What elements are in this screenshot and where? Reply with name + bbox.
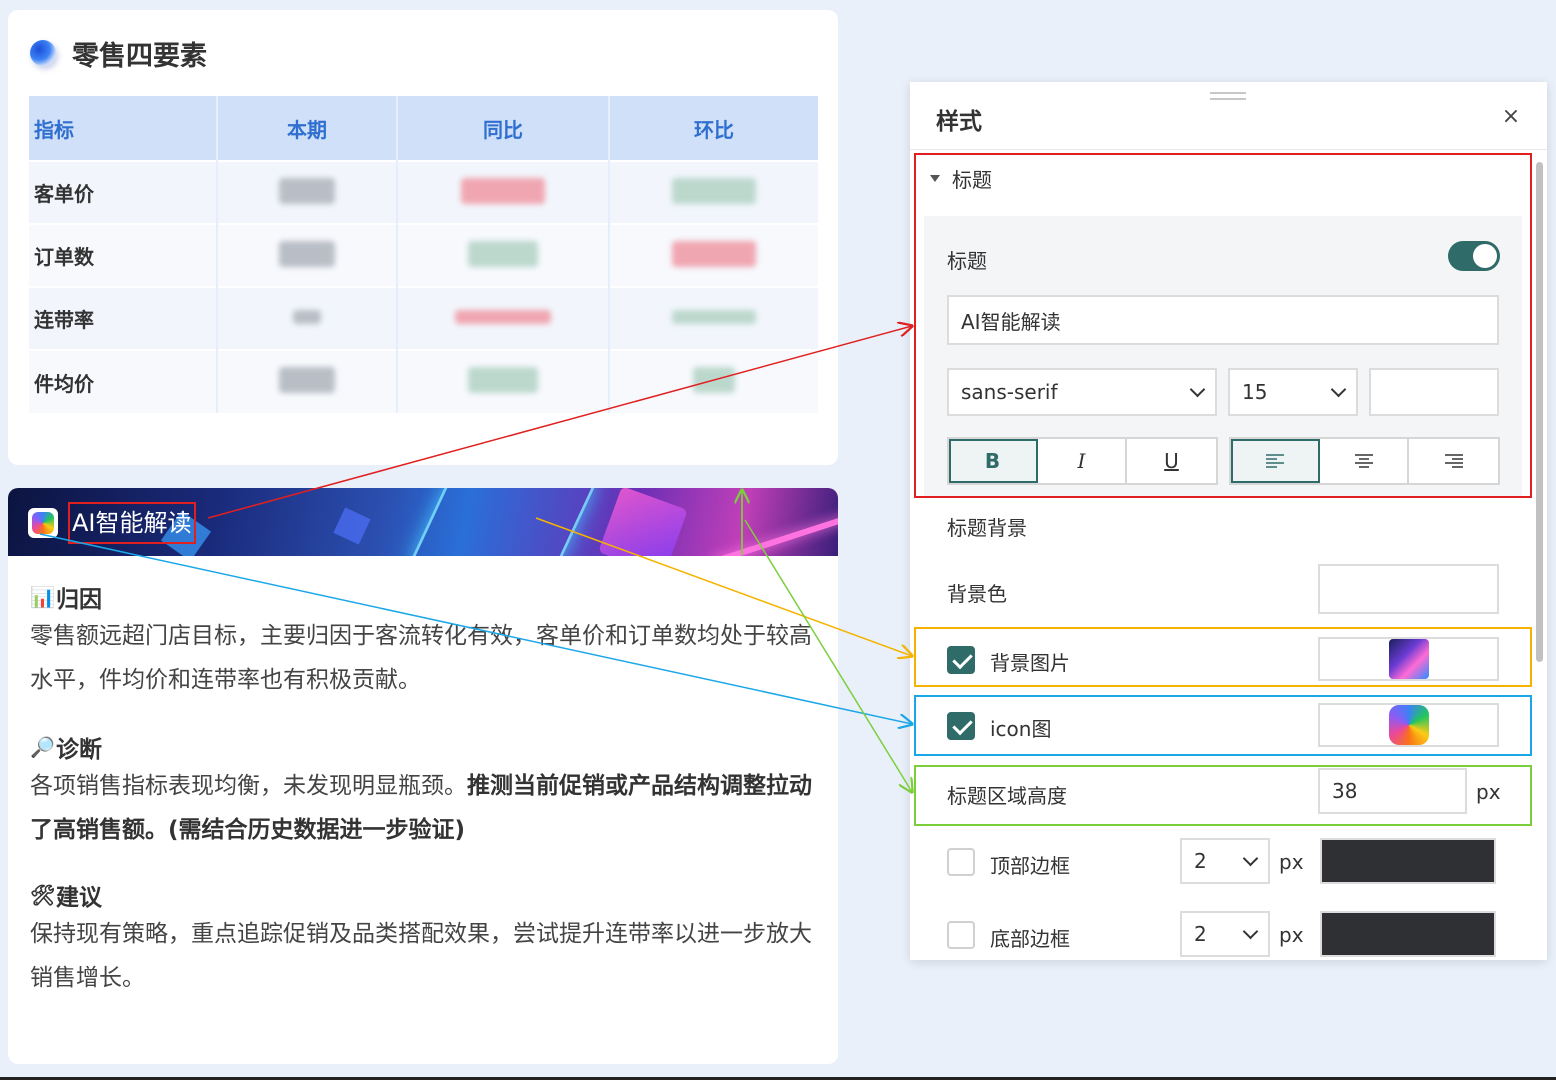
title-text-input[interactable]: AI智能解读 <box>947 295 1499 345</box>
section-heading: 归因 <box>56 587 102 613</box>
blurred-value <box>609 223 818 287</box>
row-label: 客单价 <box>29 160 218 224</box>
icon-label: icon图 <box>990 717 1052 741</box>
bottom-border-checkbox[interactable] <box>947 921 975 949</box>
text-align-group <box>1229 437 1500 485</box>
row-label: 件均价 <box>29 349 218 413</box>
blurred-value <box>217 286 398 350</box>
align-left-icon <box>1265 454 1284 468</box>
caret-down-icon <box>930 175 940 182</box>
section-text: 保持现有策略，重点追踪促销及品类搭配效果，尝试提升连带率以进一步放大销售增长。 <box>30 921 812 991</box>
blurred-value <box>217 223 398 287</box>
close-icon[interactable]: × <box>1500 106 1522 128</box>
blurred-value <box>609 349 818 413</box>
table-header-mom[interactable]: 环比 <box>609 96 818 161</box>
scrollbar[interactable] <box>1536 162 1543 662</box>
top-border-color-swatch[interactable] <box>1320 838 1496 884</box>
font-size-select[interactable]: 15 <box>1228 368 1358 416</box>
blurred-value <box>609 286 818 350</box>
ai-insight-card: AI智能解读 📊 归因 零售额远超门店目标，主要归因于客流转化有效，客单价和订单数… <box>8 488 838 1064</box>
table-row: 连带率 <box>29 286 818 350</box>
chevron-down-icon <box>1242 850 1259 866</box>
title-toggle[interactable] <box>1448 241 1500 271</box>
blurred-value <box>397 349 610 413</box>
card-title: 零售四要素 <box>72 40 207 72</box>
underline-button[interactable]: U <box>1127 439 1216 483</box>
bold-button[interactable]: B <box>949 439 1038 483</box>
top-border-label: 顶部边框 <box>990 854 1070 878</box>
title-toggle-label: 标题 <box>947 249 987 273</box>
bg-color-picker[interactable] <box>1318 564 1499 614</box>
top-border-width-select[interactable]: 2 <box>1180 838 1270 884</box>
align-center-button[interactable] <box>1320 439 1409 483</box>
bg-image-thumbnail <box>1388 639 1429 679</box>
card-title-row: 零售四要素 <box>30 36 207 72</box>
table-header-current[interactable]: 本期 <box>217 96 398 161</box>
align-center-icon <box>1354 454 1373 468</box>
bottom-border-color-swatch[interactable] <box>1320 911 1496 957</box>
style-panel: 样式 × 标题 标题 AI智能解读 sans-serif 15 B I U 标题… <box>910 82 1547 960</box>
panel-title: 样式 <box>936 109 982 135</box>
tools-icon: 🛠 <box>30 883 56 907</box>
table-header-yoy[interactable]: 同比 <box>397 96 610 161</box>
text-format-group: B I U <box>947 437 1218 485</box>
bg-color-label: 背景色 <box>947 582 1007 606</box>
bg-image-checkbox[interactable] <box>947 646 975 674</box>
top-border-unit: px <box>1279 850 1304 874</box>
height-unit: px <box>1476 780 1501 804</box>
blurred-value <box>609 160 818 224</box>
retail-metrics-card: 零售四要素 指标 本期 同比 环比 客单价 订单数 连带率 件均价 <box>8 10 838 465</box>
icon-checkbox[interactable] <box>947 712 975 740</box>
analysis-section-attribution: 📊 归因 零售额远超门店目标，主要归因于客流转化有效，客单价和订单数均处于较高水平… <box>30 580 830 702</box>
section-heading: 诊断 <box>56 737 102 763</box>
italic-button[interactable]: I <box>1038 439 1127 483</box>
chevron-down-icon <box>1189 381 1206 397</box>
banner-title: AI智能解读 <box>68 502 196 544</box>
section-header-title[interactable]: 标题 <box>930 164 992 193</box>
row-label: 连带率 <box>29 286 218 350</box>
blurred-value <box>217 349 398 413</box>
icon-picker[interactable] <box>1318 703 1499 747</box>
bottom-border-label: 底部边框 <box>990 927 1070 951</box>
blurred-value <box>397 223 610 287</box>
table-row: 客单价 <box>29 160 818 224</box>
top-border-checkbox[interactable] <box>947 848 975 876</box>
align-right-icon <box>1444 454 1463 468</box>
blurred-value <box>397 286 610 350</box>
table-row: 件均价 <box>29 349 818 413</box>
font-family-select[interactable]: sans-serif <box>947 368 1217 416</box>
bg-image-picker[interactable] <box>1318 637 1499 681</box>
metrics-table: 指标 本期 同比 环比 客单价 订单数 连带率 件均价 <box>29 96 818 413</box>
orb-icon <box>30 40 56 66</box>
table-header-metric[interactable]: 指标 <box>29 96 218 161</box>
blurred-value <box>397 160 610 224</box>
title-background-label: 标题背景 <box>947 516 1027 540</box>
copilot-icon <box>28 508 58 538</box>
chevron-down-icon <box>1330 381 1347 397</box>
align-right-button[interactable] <box>1409 439 1498 483</box>
font-color-picker[interactable] <box>1369 368 1499 416</box>
title-height-input[interactable]: 38 <box>1318 768 1467 814</box>
analysis-section-diagnosis: 🔎 诊断 各项销售指标表现均衡，未发现明显瓶颈。推测当前促销或产品结构调整拉动了高… <box>30 730 830 852</box>
section-text: 零售额远超门店目标，主要归因于客流转化有效，客单价和订单数均处于较高水平，件均价… <box>30 623 812 693</box>
bottom-border-width-select[interactable]: 2 <box>1180 911 1270 957</box>
bg-image-label: 背景图片 <box>990 651 1070 675</box>
align-left-button[interactable] <box>1231 439 1320 483</box>
bar-chart-icon: 📊 <box>30 585 55 609</box>
banner-title-row: AI智能解读 <box>28 502 196 544</box>
section-heading: 建议 <box>56 885 102 911</box>
title-banner: AI智能解读 <box>8 488 838 556</box>
title-height-label: 标题区域高度 <box>947 784 1067 808</box>
row-label: 订单数 <box>29 223 218 287</box>
bottom-border-unit: px <box>1279 923 1304 947</box>
magnifier-icon: 🔎 <box>30 735 55 759</box>
table-row: 订单数 <box>29 223 818 287</box>
chevron-down-icon <box>1242 923 1259 939</box>
section-text: 各项销售指标表现均衡，未发现明显瓶颈。推测当前促销或产品结构调整拉动了高销售额。… <box>30 773 812 843</box>
analysis-section-suggestion: 🛠 建议 保持现有策略，重点追踪促销及品类搭配效果，尝试提升连带率以进一步放大销售… <box>30 878 830 1000</box>
blurred-value <box>217 160 398 224</box>
copilot-icon <box>1388 705 1429 745</box>
drag-handle[interactable] <box>1210 92 1246 100</box>
